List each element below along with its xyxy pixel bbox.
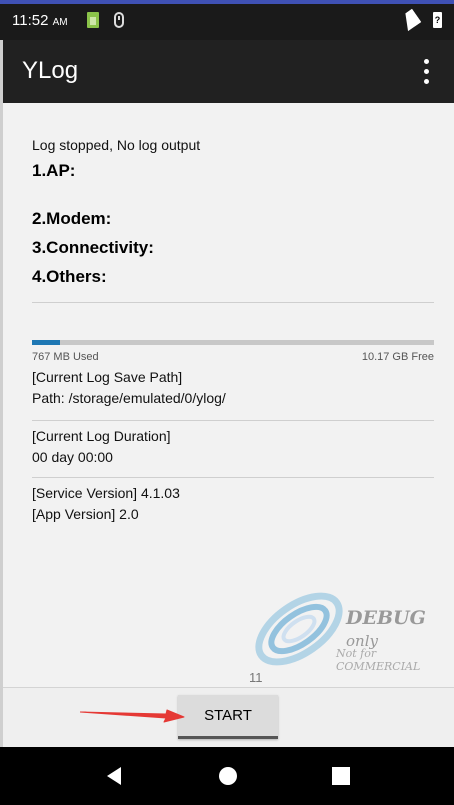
annotation-arrow-icon [80,709,185,723]
bottom-action-area: START [3,687,454,748]
watermark-line1: DEBUG only [346,607,451,651]
storage-free-label: 10.17 GB Free [361,351,434,363]
duration-title: [Current Log Duration] [32,428,171,444]
service-version: [Service Version] 4.1.03 [32,485,180,501]
divider [32,420,434,421]
recents-icon[interactable] [330,765,352,787]
app-bar: YLog [3,40,454,103]
divider [32,302,434,303]
device-screen: 11:52 AM ? YLog Log stopped, No log outp… [0,0,454,805]
status-time-ampm: AM [52,17,68,28]
menu-dot [423,78,429,84]
menu-dot [423,68,429,74]
app-title: YLog [22,57,79,84]
storage-progress-bar [32,340,434,345]
back-icon[interactable] [104,765,126,787]
duration-value: 00 day 00:00 [32,449,113,465]
more-vert-icon[interactable] [418,56,434,86]
sim-card-icon [87,12,99,28]
log-status: Log stopped, No log output [32,137,201,153]
page-count: 11 [249,670,263,685]
section-connectivity: 3.Connectivity: [32,238,154,257]
status-time: 11:52 AM [12,12,68,29]
battery-icon: ? [433,12,442,28]
navigation-bar [0,747,454,805]
storage-progress-fill [32,340,61,345]
status-bar: 11:52 AM ? [0,4,454,40]
menu-dot [423,58,429,64]
save-path-value: Path: /storage/emulated/0/ylog/ [32,390,226,406]
section-ap: 1.AP: [32,161,76,180]
status-time-value: 11:52 [12,12,49,29]
home-icon[interactable] [217,765,239,787]
storage-used-label: 767 MB Used [32,351,99,363]
watermark-line2: Not for COMMERCIAL [336,647,421,673]
main-content: Log stopped, No log output 1.AP: 2.Modem… [3,103,454,747]
signal-icon [398,8,422,32]
watermark-debug: DEBUG [346,607,426,629]
save-path-title: [Current Log Save Path] [32,369,183,385]
app-version: [App Version] 2.0 [32,506,139,522]
section-modem: 2.Modem: [32,209,112,228]
section-others: 4.Others: [32,267,107,286]
start-button[interactable]: START [178,695,278,739]
debug-watermark: DEBUG only Not for COMMERCIAL [251,591,451,673]
mouse-icon [114,12,124,28]
divider [32,477,434,478]
